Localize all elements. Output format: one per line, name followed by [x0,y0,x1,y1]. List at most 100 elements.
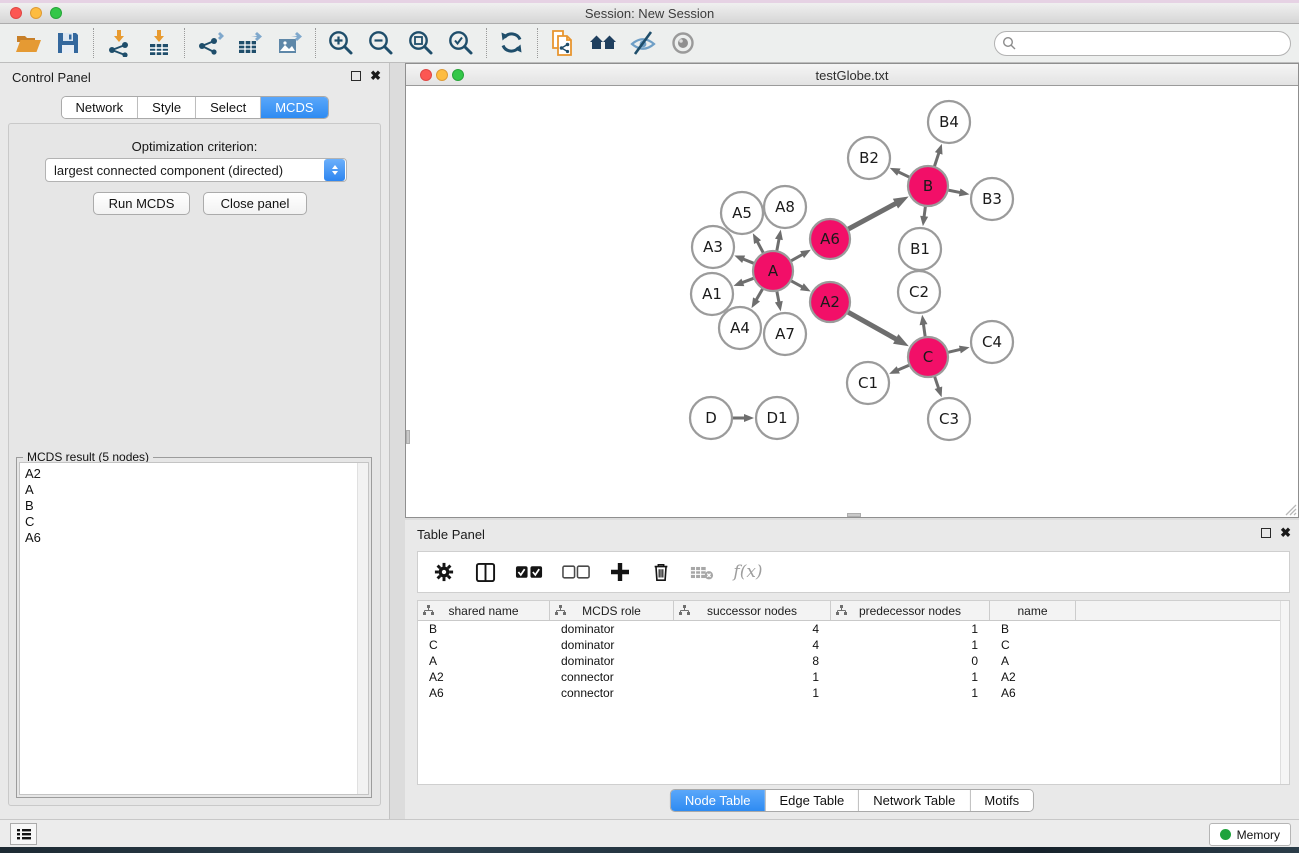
delete-table-icon[interactable] [690,560,714,584]
search-input[interactable] [1017,37,1290,51]
cell-mcds-role[interactable]: dominator [550,621,674,637]
network-canvas[interactable]: B4B2BB3A8A5A6A3B1AC2A1A2A4A7C4CC1DD1C3 [406,86,1298,517]
column-header-shared-name[interactable]: shared name [418,601,550,620]
network-window-titlebar[interactable]: testGlobe.txt [406,64,1298,86]
split-view-icon[interactable] [473,560,497,584]
graph-edge-A-A8[interactable] [777,237,780,251]
import-network-icon[interactable] [99,26,139,60]
cell-shared-name[interactable]: B [418,621,550,637]
tab-select[interactable]: Select [195,97,260,118]
graph-edge-A-A1[interactable] [741,278,754,283]
table-row[interactable]: A dominator 8 0 A [418,653,1289,669]
graph-edge-A-A6[interactable] [790,254,803,262]
graph-edge-B-B4[interactable] [934,151,939,167]
zoom-in-icon[interactable] [321,26,361,60]
criterion-dropdown[interactable]: largest connected component (directed) [45,158,347,182]
result-item[interactable]: C [25,514,368,530]
delete-columns-icon[interactable] [649,560,673,584]
splitter-handle[interactable] [406,430,410,444]
cell-mcds-role[interactable]: connector [550,685,674,701]
view-eye-icon[interactable] [663,26,703,60]
cell-shared-name[interactable]: A6 [418,685,550,701]
tab-mcds[interactable]: MCDS [260,97,327,118]
cell-name[interactable]: A6 [990,685,1076,701]
float-panel-icon[interactable] [1261,528,1271,538]
zoom-out-icon[interactable] [361,26,401,60]
style-hide-icon[interactable] [623,26,663,60]
cell-predecessor-nodes[interactable]: 1 [831,685,990,701]
home-icon[interactable] [583,26,623,60]
cell-predecessor-nodes[interactable]: 1 [831,621,990,637]
apply-layout-icon[interactable] [492,26,532,60]
unselect-all-columns-icon[interactable] [561,560,591,584]
close-panel-icon[interactable]: ✖ [1280,527,1291,539]
column-header-mcds-role[interactable]: MCDS role [550,601,674,620]
graph-edge-C-C2[interactable] [923,323,925,337]
graph-edge-A-A5[interactable] [757,240,764,253]
cell-name[interactable]: A2 [990,669,1076,685]
cell-shared-name[interactable]: A2 [418,669,550,685]
function-builder-icon[interactable]: f(x) [731,560,765,584]
tab-style[interactable]: Style [137,97,195,118]
cell-predecessor-nodes[interactable]: 0 [831,653,990,669]
table-scrollbar[interactable] [1280,601,1289,784]
result-item[interactable]: B [25,498,368,514]
export-network-icon[interactable] [190,26,230,60]
memory-button[interactable]: Memory [1209,823,1291,846]
cell-successor-nodes[interactable]: 4 [674,637,831,653]
tab-edge-table[interactable]: Edge Table [764,790,858,811]
tab-network-table[interactable]: Network Table [858,790,969,811]
table-row[interactable]: C dominator 4 1 C [418,637,1289,653]
table-row[interactable]: A6 connector 1 1 A6 [418,685,1289,701]
column-header-name[interactable]: name [990,601,1076,620]
close-panel-button[interactable]: Close panel [203,192,307,215]
export-table-icon[interactable] [230,26,270,60]
save-session-icon[interactable] [48,26,88,60]
cell-mcds-role[interactable]: dominator [550,637,674,653]
network-graph[interactable]: B4B2BB3A8A5A6A3B1AC2A1A2A4A7C4CC1DD1C3 [406,86,1298,519]
table-row[interactable]: B dominator 4 1 B [418,621,1289,637]
graph-edge-A-A3[interactable] [742,259,755,264]
cell-successor-nodes[interactable]: 1 [674,669,831,685]
cell-shared-name[interactable]: C [418,637,550,653]
graph-edge-C-C3[interactable] [934,376,939,390]
cell-successor-nodes[interactable]: 1 [674,685,831,701]
cell-name[interactable]: A [990,653,1076,669]
create-column-icon[interactable] [608,560,632,584]
close-panel-icon[interactable]: ✖ [370,70,381,82]
settings-gear-icon[interactable] [432,560,456,584]
zoom-fit-icon[interactable] [401,26,441,60]
cell-predecessor-nodes[interactable]: 1 [831,669,990,685]
resize-grip-icon[interactable] [1285,504,1297,516]
graph-edge-B-B2[interactable] [897,171,910,177]
open-session-icon[interactable] [8,26,48,60]
cell-name[interactable]: C [990,637,1076,653]
splitter-handle[interactable] [847,513,861,517]
run-mcds-button[interactable]: Run MCDS [93,192,190,215]
graph-edge-A2-C[interactable] [847,312,897,340]
task-history-button[interactable] [10,823,37,845]
cell-name[interactable]: B [990,621,1076,637]
tab-node-table[interactable]: Node Table [671,790,765,811]
result-item[interactable]: A2 [25,466,368,482]
cell-shared-name[interactable]: A [418,653,550,669]
table-row[interactable]: A2 connector 1 1 A2 [418,669,1289,685]
result-item[interactable]: A6 [25,530,368,546]
graph-edge-A-A4[interactable] [756,288,763,301]
cell-successor-nodes[interactable]: 8 [674,653,831,669]
graph-edge-B-B3[interactable] [948,190,962,193]
cell-mcds-role[interactable]: dominator [550,653,674,669]
select-all-columns-icon[interactable] [514,560,544,584]
export-image-icon[interactable] [270,26,310,60]
column-header-predecessor-nodes[interactable]: predecessor nodes [831,601,990,620]
column-header-successor-nodes[interactable]: successor nodes [674,601,831,620]
graph-edge-C-C1[interactable] [896,365,909,371]
import-table-icon[interactable] [139,26,179,60]
zoom-selected-icon[interactable] [441,26,481,60]
cell-successor-nodes[interactable]: 4 [674,621,831,637]
result-scrollbar[interactable] [357,463,368,794]
tab-motifs[interactable]: Motifs [969,790,1033,811]
graph-edge-C-C4[interactable] [947,349,961,352]
mcds-result-list[interactable]: A2 A B C A6 [19,462,369,795]
graph-edge-A6-B[interactable] [848,203,898,230]
